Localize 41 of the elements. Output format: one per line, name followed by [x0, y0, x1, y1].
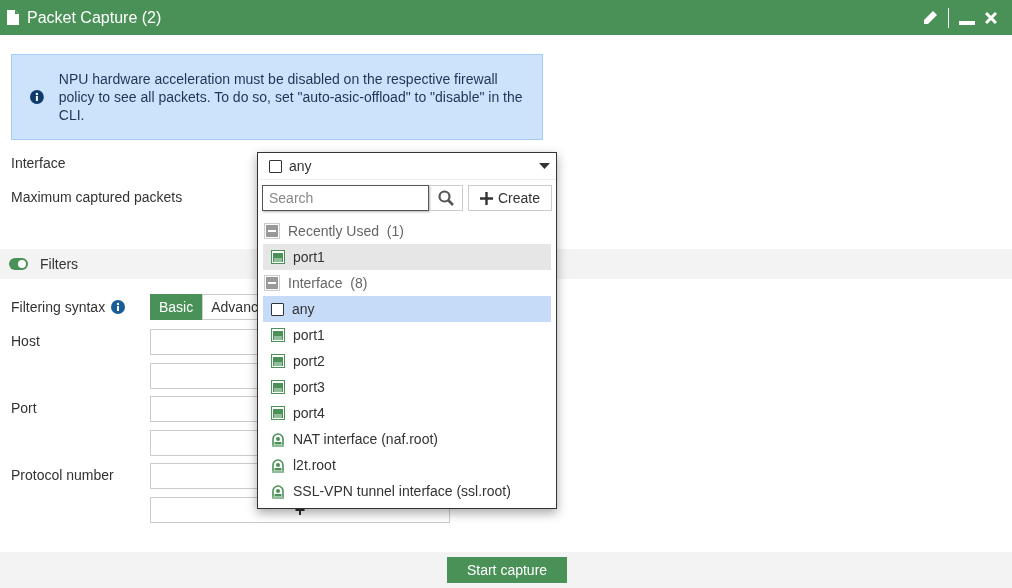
field-label: Interface: [11, 154, 66, 172]
dropdown-option[interactable]: any: [263, 296, 551, 322]
notice-text: NPU hardware acceleration must be disabled on the respective firewall policy to see all packets. To do so, set "auto-asic-offload" to "disable" in the CLI.: [58, 70, 524, 124]
caret-icon[interactable]: [539, 163, 550, 169]
window-title: Packet Capture (2): [27, 7, 162, 28]
field-label: Filtering syntax: [11, 297, 106, 317]
field-label: Maximum captured packets: [11, 188, 183, 206]
document-icon: [5, 9, 21, 26]
search-icon: [438, 190, 454, 206]
tunnel-icon: [271, 457, 285, 473]
info-icon: [30, 90, 44, 104]
tunnel-icon: [271, 483, 285, 499]
ethernet-port-icon: [271, 354, 285, 368]
section-title: Filters: [40, 254, 79, 274]
search-button[interactable]: [429, 185, 463, 211]
group-label: Recently Used (1): [288, 221, 404, 241]
ethernet-port-icon: [271, 328, 285, 342]
checkbox[interactable]: [271, 302, 284, 316]
close-icon[interactable]: [985, 11, 997, 24]
toggle-switch[interactable]: [9, 258, 28, 270]
collapse-icon[interactable]: [264, 275, 280, 291]
checkbox[interactable]: [269, 159, 282, 173]
search-field[interactable]: Search: [262, 185, 429, 211]
tunnel-icon: [271, 431, 285, 447]
pencil-icon[interactable]: [922, 9, 938, 26]
select-field[interactable]: any: [258, 153, 556, 180]
select-value: any: [289, 156, 312, 176]
field-label: Protocol number: [11, 466, 115, 485]
ethernet-port-icon: [271, 380, 285, 394]
dropdown-option[interactable]: port1: [263, 244, 551, 270]
group-label: Interface (8): [288, 273, 368, 293]
ethernet-port-icon: [271, 250, 285, 264]
collapse-icon[interactable]: [264, 223, 280, 239]
create-button[interactable]: Create: [468, 185, 552, 211]
syntax-tab[interactable]: Basic: [150, 294, 203, 320]
field-label: Host: [11, 332, 41, 351]
plus-icon: [480, 191, 493, 205]
field-label: Port: [11, 399, 38, 418]
info-icon[interactable]: [111, 300, 126, 314]
start-capture-button[interactable]: Start capture: [447, 557, 567, 583]
ethernet-port-icon: [271, 406, 285, 420]
